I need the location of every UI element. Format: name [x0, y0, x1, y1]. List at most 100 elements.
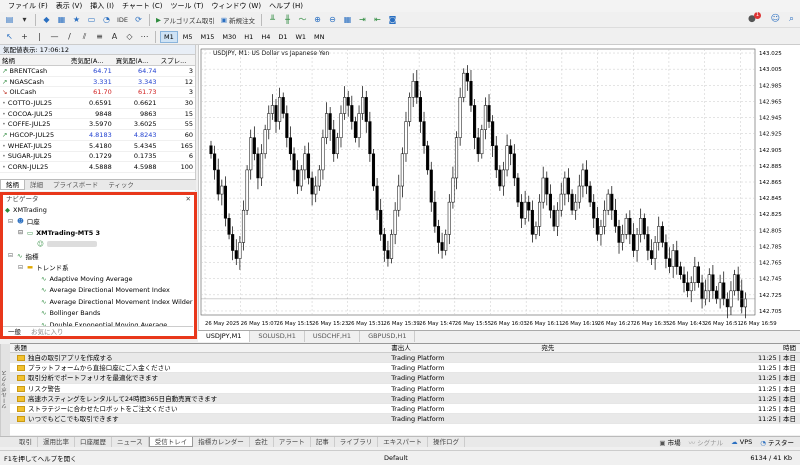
shapes-icon[interactable]: ◇ [123, 30, 136, 43]
tab-general[interactable]: 一般 [3, 327, 26, 336]
timeframe-h1[interactable]: H1 [241, 31, 256, 43]
menu-file[interactable]: ファイル (F) [4, 1, 52, 11]
auto-scroll-icon[interactable]: ⇥ [356, 13, 369, 26]
chart-tab-solusd[interactable]: SOLUSD,H1 [250, 331, 305, 342]
more-tools-icon[interactable]: ⋯ [138, 30, 151, 43]
tree-node-root[interactable]: ◆ XMTrading [3, 204, 194, 216]
navigator-icon[interactable]: ★ [70, 13, 83, 26]
column-header-subject[interactable]: 表題 [10, 344, 383, 352]
market-watch-row[interactable]: • COTTO-JUL25 0.6591 0.6621 30 [0, 97, 195, 109]
menu-view[interactable]: 表示 (V) [52, 1, 86, 11]
inbox-row[interactable]: リスク警告 Trading Platform 11:25 | 本日 [10, 384, 800, 394]
column-header-symbol[interactable]: 銘柄 [0, 55, 69, 66]
new-chart-icon[interactable]: ▤ [3, 13, 16, 26]
timeframe-m1[interactable]: M1 [160, 30, 178, 43]
chart-tab-gbpusd[interactable]: GBPUSD,H1 [360, 331, 416, 342]
close-icon[interactable]: ✕ [186, 195, 191, 204]
account-icon[interactable]: ☺ [771, 14, 780, 24]
timeframe-d1[interactable]: D1 [275, 31, 290, 43]
market-watch-row[interactable]: ↗ HGCOP-JUL25 4.8183 4.8243 60 [0, 129, 195, 141]
zoom-out-icon[interactable]: ⊖ [326, 13, 339, 26]
fibonacci-icon[interactable]: ≡ [93, 30, 106, 43]
collapse-icon[interactable]: ⊟ [7, 252, 14, 259]
toolbox-tab[interactable]: エキスパート [378, 437, 428, 447]
chart-window[interactable]: USDJPY, M1: US Dollar vs Japanese Yen 14… [198, 45, 800, 330]
market-button[interactable]: ▣ 市場 [659, 437, 680, 447]
data-window-icon[interactable]: ▦ [55, 13, 68, 26]
inbox-row[interactable]: 高速ホスティングをレンタルして24時間365日自動売買できます Trading P… [10, 393, 800, 404]
algo-trading-button[interactable]: ▶ アルゴリズム取引 [154, 13, 217, 26]
timeframe-m5[interactable]: M5 [180, 31, 196, 43]
menu-chart[interactable]: チャート (C) [118, 1, 167, 11]
tester-icon[interactable]: ◔ [100, 13, 113, 26]
candle-chart-icon[interactable]: ╫ [281, 13, 294, 26]
toolbox-tab[interactable]: ライブラリ [335, 437, 379, 447]
tree-node-indicator[interactable]: ∿ Average Directional Movement Index [3, 285, 194, 297]
screenshot-icon[interactable]: ◙ [386, 13, 399, 26]
menu-window[interactable]: ウィンドウ (W) [207, 1, 265, 11]
market-watch-row[interactable]: • COFFE-JUL25 3.5970 3.6025 55 [0, 118, 195, 131]
cursor-icon[interactable]: ↖ [3, 30, 16, 43]
inbox-row[interactable]: 独自の取引アプリを作成する Trading Platform 11:25 | 本日 [10, 353, 800, 364]
tree-node-indicators[interactable]: ⊟ ∿ 指標 [3, 250, 194, 262]
tab-symbols[interactable]: 銘柄 [0, 180, 25, 190]
market-watch-row[interactable]: • COCOA-JUL25 9848 9863 15 [0, 108, 195, 120]
profiles-icon[interactable]: ▾ [18, 13, 31, 26]
search-icon[interactable]: ⌕ [789, 14, 794, 24]
toolbox-tab[interactable]: 取引 [14, 437, 38, 447]
tree-node-accounts[interactable]: ⊟ ☻ 口座 [3, 216, 194, 228]
candlestick-chart[interactable]: USDJPY, M1: US Dollar vs Japanese Yen 14… [199, 45, 800, 330]
market-watch-row[interactable]: • SUGAR-JUL25 0.1729 0.1735 6 [0, 151, 195, 163]
toolbox-tab[interactable]: 口座履歴 [75, 437, 112, 447]
market-watch-row[interactable]: ↗ BRENTCash 64.71 64.74 3 [0, 65, 195, 77]
column-header-ask[interactable]: 買気配(A... [113, 55, 159, 66]
menu-insert[interactable]: 挿入 (I) [86, 1, 118, 11]
chart-tab-usdjpy[interactable]: USDJPY,M1 [198, 331, 251, 342]
vertical-line-icon[interactable]: | [33, 30, 46, 43]
toolbox-tab[interactable]: 操作ログ [428, 437, 465, 447]
ide-button[interactable]: IDE [115, 13, 130, 26]
market-watch-row[interactable]: ↗ NGASCash 3.331 3.343 12 [0, 76, 195, 88]
toolbox-tab[interactable]: 受信トレイ [148, 437, 194, 447]
zoom-in-icon[interactable]: ⊕ [311, 13, 324, 26]
column-header-from[interactable]: 書出人 [383, 344, 533, 352]
menu-tools[interactable]: ツール (T) [166, 1, 207, 11]
horizontal-line-icon[interactable]: — [48, 30, 61, 43]
tab-details[interactable]: 詳細 [25, 180, 48, 190]
tree-node-account[interactable]: ☺ [3, 239, 194, 251]
crosshair-icon[interactable]: + [18, 30, 31, 43]
toolbox-tab[interactable]: 運用比率 [38, 437, 75, 447]
tree-node-trend[interactable]: ⊟ ▬ トレンド系 [3, 262, 194, 274]
vps-button[interactable]: ☁ VPS [731, 438, 752, 446]
tile-windows-icon[interactable]: ▦ [341, 13, 354, 26]
toolbox-icon[interactable]: ▭ [85, 13, 98, 26]
tree-node-indicator[interactable]: ∿ Bollinger Bands [3, 308, 194, 320]
inbox-row[interactable]: 取引分析でポートフォリオを最適化できます Trading Platform 11:2… [10, 373, 800, 384]
toolbox-tab[interactable]: 指標カレンダー [193, 437, 250, 447]
line-chart-icon[interactable]: 〜 [296, 13, 309, 26]
inbox-row[interactable]: プラットフォームから直接口座にご入金ください Trading Platform 11… [10, 363, 800, 374]
column-header-time[interactable]: 時間 [741, 344, 800, 352]
timeframe-m15[interactable]: M15 [198, 31, 218, 43]
timeframe-w1[interactable]: W1 [292, 31, 309, 43]
toolbox-tab[interactable]: ニュース [112, 437, 149, 447]
new-order-button[interactable]: ▣ 新規注文 [219, 13, 257, 26]
collapse-icon[interactable]: ⊟ [7, 218, 14, 225]
menu-help[interactable]: ヘルプ (H) [265, 1, 307, 11]
collapse-icon[interactable]: ⊟ [17, 229, 24, 236]
notifications-icon[interactable]: ● 1 [748, 12, 761, 26]
tree-node-indicator[interactable]: ∿ Average Directional Movement Index Wild… [3, 296, 194, 308]
timeframe-h4[interactable]: H4 [258, 31, 273, 43]
inbox-row[interactable]: いつでもどこでも取引できます Trading Platform 11:25 | 本日 [10, 414, 800, 425]
tree-node-indicator[interactable]: ∿ Adaptive Moving Average [3, 273, 194, 285]
tester-button[interactable]: ◔ テスター [760, 437, 794, 447]
market-watch-row[interactable]: ↘ OILCash 61.70 61.73 3 [0, 86, 195, 99]
tree-node-server[interactable]: ⊟ ▭ XMTrading-MT5 3 [3, 227, 194, 239]
collapse-icon[interactable]: ⊟ [17, 264, 24, 271]
tab-price-board[interactable]: プライスボード [48, 180, 103, 190]
timeframe-mn[interactable]: MN [311, 31, 327, 43]
refresh-icon[interactable]: ⟳ [132, 13, 145, 26]
signals-button[interactable]: 〰 シグナル [689, 437, 724, 447]
toolbox-side-label[interactable]: ツールボックス [0, 344, 10, 436]
toolbox-tab[interactable]: 記事 [311, 437, 335, 447]
